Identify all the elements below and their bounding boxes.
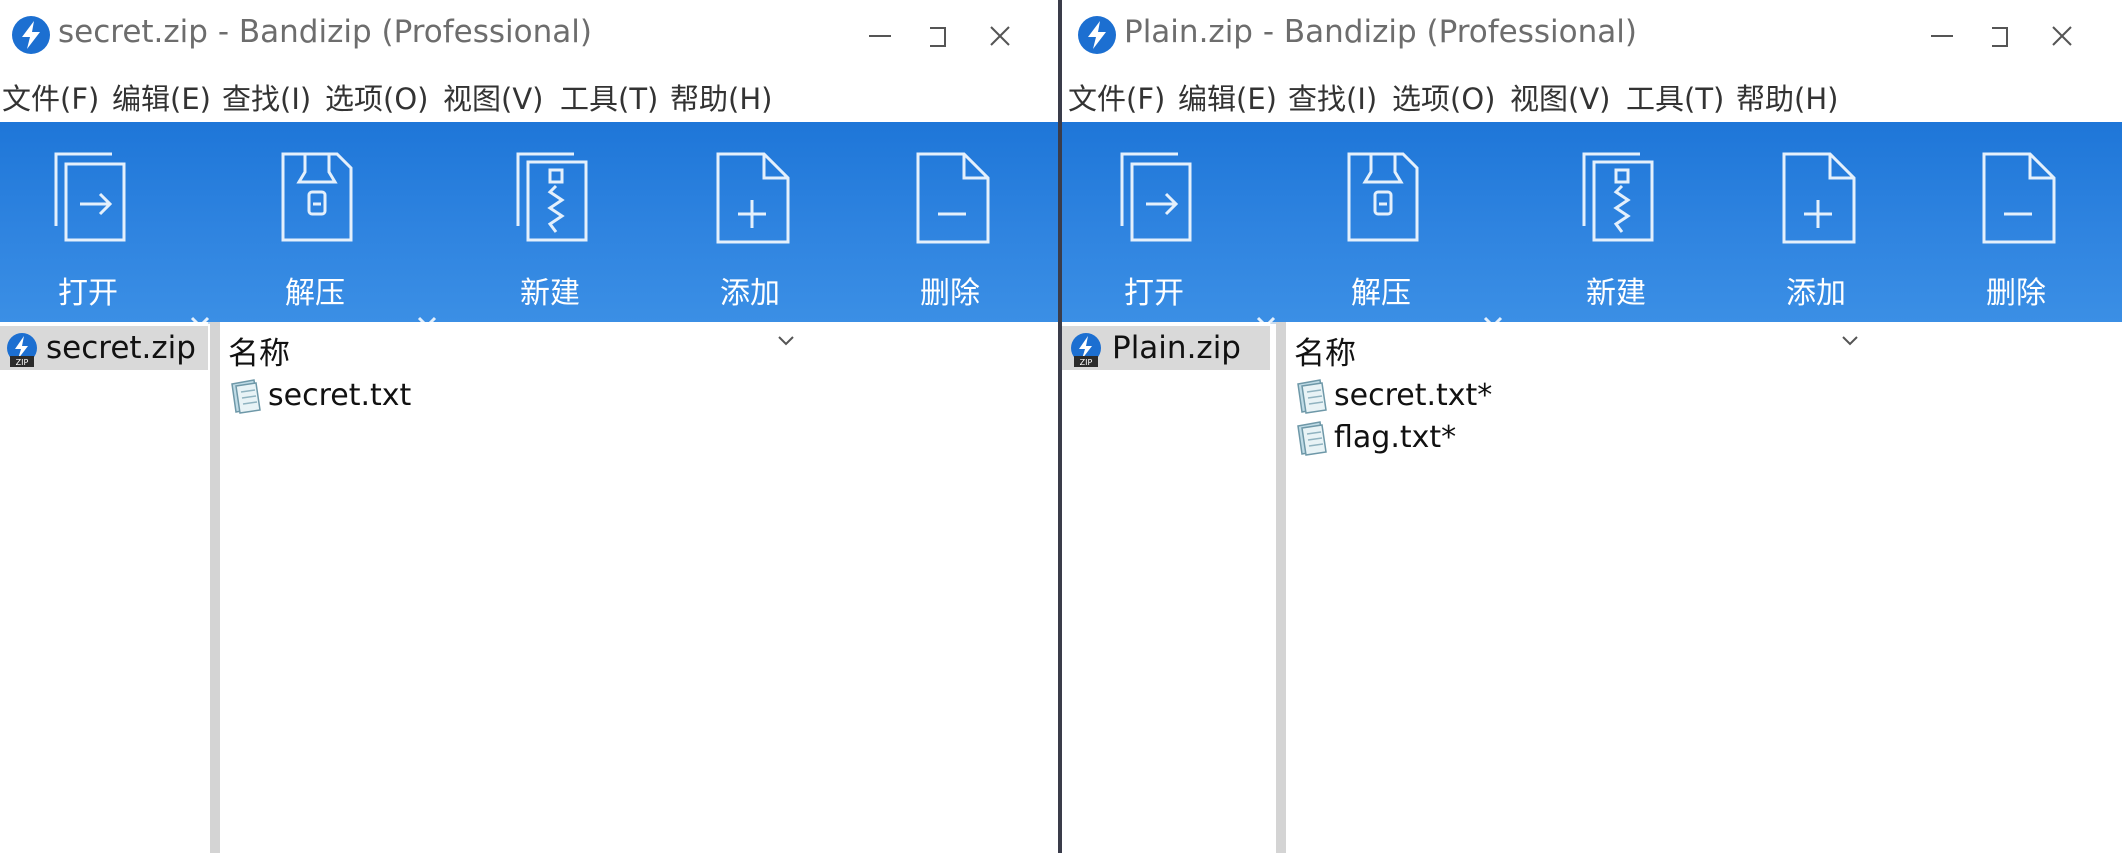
file-list: 名称 secret.txt* flag.txt* xyxy=(1286,322,2122,853)
toolbar-ribbon: 打开 解压 新建 添加 删除 xyxy=(1062,122,2122,329)
tree-item-label: secret.zip xyxy=(46,330,196,366)
extract-icon xyxy=(281,152,353,242)
open-icon xyxy=(1120,152,1192,242)
folder-tree: ZIP Plain.zip xyxy=(1062,322,1270,853)
file-name: flag.txt* xyxy=(1334,420,1457,455)
new-archive-label: 新建 xyxy=(1586,276,1646,311)
bandizip-window-plain: Plain.zip - Bandizip (Professional) 文件(F… xyxy=(1062,0,2122,853)
minimize-button[interactable] xyxy=(830,6,930,66)
menu-edit[interactable]: 编辑(E) xyxy=(1178,76,1277,118)
folder-tree: ZIP secret.zip xyxy=(0,322,208,853)
bandizip-app-icon xyxy=(1078,16,1116,54)
tree-item-label: Plain.zip xyxy=(1112,330,1241,366)
delete-button[interactable]: 删除 xyxy=(890,122,1010,322)
new-archive-icon xyxy=(516,152,588,242)
minimize-button[interactable] xyxy=(1892,6,1992,66)
menu-view[interactable]: 视图(V) xyxy=(443,76,543,118)
new-archive-button[interactable]: 新建 xyxy=(1556,122,1676,322)
tree-item-archive[interactable]: ZIP secret.zip xyxy=(0,326,208,370)
text-file-icon xyxy=(231,379,261,414)
title-bar[interactable]: Plain.zip - Bandizip (Professional) xyxy=(1062,0,2122,72)
file-row[interactable]: secret.txt xyxy=(228,378,828,418)
delete-label: 删除 xyxy=(1986,276,2046,311)
title-bar[interactable]: secret.zip - Bandizip (Professional) xyxy=(0,0,1058,72)
menu-file[interactable]: 文件(F) xyxy=(1068,76,1165,118)
menu-help[interactable]: 帮助(H) xyxy=(670,76,772,118)
file-name: secret.txt* xyxy=(1334,378,1493,413)
menu-edit[interactable]: 编辑(E) xyxy=(112,76,211,118)
file-list: 名称 secret.txt xyxy=(220,322,1058,853)
open-button[interactable]: 打开 xyxy=(1094,122,1214,322)
add-label: 添加 xyxy=(720,276,780,311)
delete-file-icon xyxy=(1982,152,2056,244)
window-title: secret.zip - Bandizip (Professional) xyxy=(58,14,592,50)
menu-bar: 文件(F) 编辑(E) 查找(I) 选项(O) 视图(V) 工具(T) 帮助(H… xyxy=(0,76,1058,120)
menu-find[interactable]: 查找(I) xyxy=(1288,76,1377,118)
new-archive-button[interactable]: 新建 xyxy=(490,122,610,322)
delete-file-icon xyxy=(916,152,990,244)
add-file-icon xyxy=(1782,152,1856,244)
pane-splitter[interactable] xyxy=(210,322,220,853)
file-name: secret.txt xyxy=(268,378,412,413)
new-archive-label: 新建 xyxy=(520,276,580,311)
extract-button[interactable]: 解压 xyxy=(255,122,375,322)
column-header-name[interactable]: 名称 xyxy=(228,328,290,373)
menu-options[interactable]: 选项(O) xyxy=(1392,76,1495,118)
delete-button[interactable]: 删除 xyxy=(1956,122,2076,322)
close-button[interactable] xyxy=(960,6,1058,66)
add-label: 添加 xyxy=(1786,276,1846,311)
menu-help[interactable]: 帮助(H) xyxy=(1736,76,1838,118)
open-label: 打开 xyxy=(1124,276,1184,311)
text-file-icon xyxy=(1297,421,1327,456)
close-button[interactable] xyxy=(2022,6,2122,66)
file-row[interactable]: secret.txt* xyxy=(1294,378,1894,418)
sort-chevron-icon[interactable] xyxy=(774,332,798,350)
pane-splitter[interactable] xyxy=(1276,322,1286,853)
toolbar-ribbon: 打开 解压 新建 添加 删除 xyxy=(0,122,1058,329)
text-file-icon xyxy=(1297,379,1327,414)
new-archive-icon xyxy=(1582,152,1654,242)
tree-item-archive[interactable]: ZIP Plain.zip xyxy=(1062,326,1270,370)
open-label: 打开 xyxy=(58,276,118,311)
open-icon xyxy=(54,152,126,242)
file-row[interactable]: flag.txt* xyxy=(1294,420,1894,460)
sort-chevron-icon[interactable] xyxy=(1838,332,1862,350)
extract-icon xyxy=(1347,152,1419,242)
menu-view[interactable]: 视图(V) xyxy=(1510,76,1610,118)
add-button[interactable]: 添加 xyxy=(1756,122,1876,322)
delete-label: 删除 xyxy=(920,276,980,311)
svg-text:ZIP: ZIP xyxy=(16,358,29,367)
add-file-icon xyxy=(716,152,790,244)
menu-bar: 文件(F) 编辑(E) 查找(I) 选项(O) 视图(V) 工具(T) 帮助(H… xyxy=(1062,76,2122,120)
window-title: Plain.zip - Bandizip (Professional) xyxy=(1124,14,1637,50)
extract-button[interactable]: 解压 xyxy=(1321,122,1441,322)
extract-label: 解压 xyxy=(1351,276,1411,311)
menu-options[interactable]: 选项(O) xyxy=(325,76,428,118)
extract-label: 解压 xyxy=(285,276,345,311)
add-button[interactable]: 添加 xyxy=(690,122,810,322)
menu-find[interactable]: 查找(I) xyxy=(222,76,311,118)
menu-tools[interactable]: 工具(T) xyxy=(1626,76,1724,118)
svg-text:ZIP: ZIP xyxy=(1080,358,1093,367)
menu-tools[interactable]: 工具(T) xyxy=(560,76,658,118)
zip-archive-icon: ZIP xyxy=(7,333,37,367)
column-header-name[interactable]: 名称 xyxy=(1294,328,1356,373)
open-button[interactable]: 打开 xyxy=(28,122,148,322)
zip-archive-icon: ZIP xyxy=(1071,333,1101,367)
bandizip-window-secret: secret.zip - Bandizip (Professional) 文件(… xyxy=(0,0,1058,853)
menu-file[interactable]: 文件(F) xyxy=(2,76,99,118)
bandizip-app-icon xyxy=(12,16,50,54)
